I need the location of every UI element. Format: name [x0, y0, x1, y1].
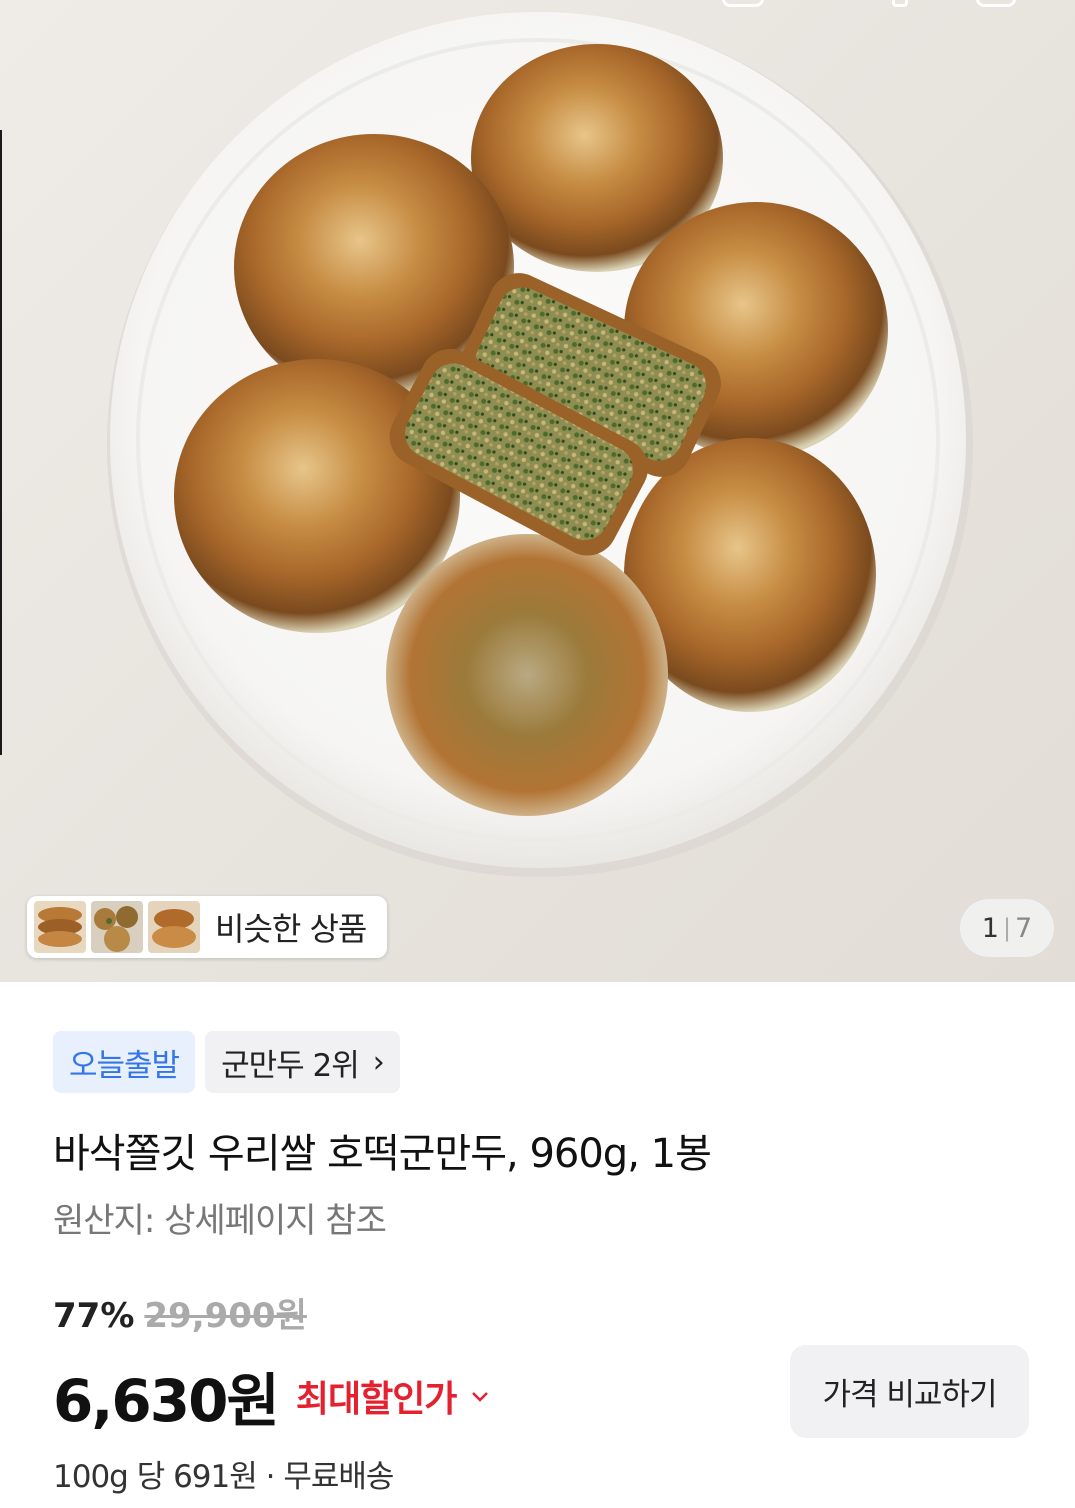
discount-rate: 77% [53, 1296, 135, 1336]
compare-price-button[interactable]: 가격 비교하기 [790, 1345, 1029, 1438]
discount-line: 77% 29,900원 [53, 1288, 307, 1337]
price-line: 6,630원 최대할인가 [53, 1354, 490, 1438]
image-counter: 1 | 7 [960, 899, 1054, 957]
category-rank-label: 군만두 2위 [221, 1047, 360, 1084]
max-discount-toggle[interactable]: 최대할인가 [296, 1370, 458, 1422]
similar-product-thumbnail [91, 901, 143, 953]
unit-price-shipping: 100g 당 691원 · 무료배송 [53, 1451, 394, 1496]
product-origin: 원산지: 상세페이지 참조 [53, 1201, 387, 1241]
similar-products-button[interactable]: 비슷한 상품 [27, 896, 387, 958]
similar-product-thumbnail [148, 901, 200, 953]
similar-products-label: 비슷한 상품 [215, 910, 367, 948]
image-counter-separator: | [1002, 914, 1012, 942]
today-delivery-badge: 오늘출발 [53, 1031, 196, 1093]
category-rank-badge[interactable]: 군만두 2위 › [205, 1031, 400, 1093]
image-counter-total: 7 [1015, 912, 1033, 944]
image-counter-current: 1 [981, 912, 999, 944]
original-price: 29,900원 [144, 1296, 307, 1336]
sale-price: 6,630원 [53, 1367, 280, 1435]
dot-separator: · [265, 1459, 276, 1495]
shipping-info: 무료배송 [283, 1459, 394, 1495]
product-badges: 오늘출발 군만두 2위 › [53, 1031, 400, 1093]
product-title: 바삭쫄깃 우리쌀 호떡군만두, 960g, 1봉 [53, 1131, 712, 1177]
product-image-gallery[interactable]: 비슷한 상품 1 | 7 [0, 0, 1075, 982]
chevron-right-icon: › [372, 1044, 385, 1080]
chevron-down-icon[interactable] [470, 1381, 490, 1411]
similar-product-thumbnail [34, 901, 86, 953]
dumpling-plate-photo [107, 12, 973, 877]
unit-price: 100g 당 691원 [53, 1459, 258, 1495]
